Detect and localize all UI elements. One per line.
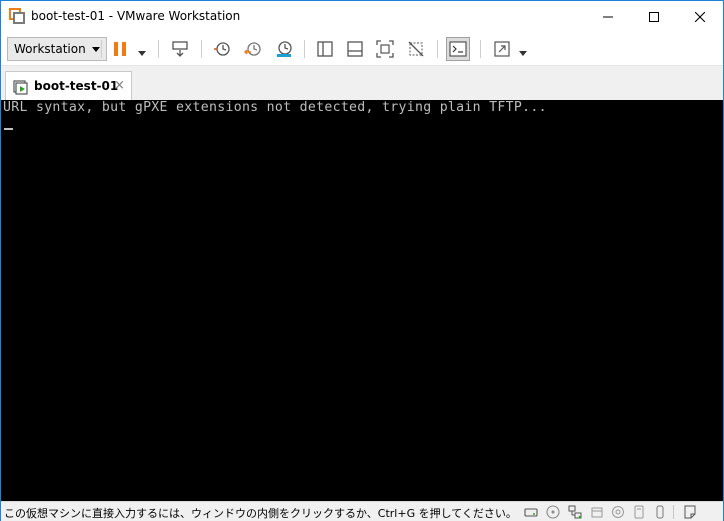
display-status-icon[interactable]	[653, 505, 667, 519]
vmware-app-icon	[9, 8, 25, 24]
full-screen-button[interactable]	[373, 37, 397, 61]
snapshot-revert-icon	[244, 42, 261, 56]
vm-tab-strip: boot-test-01 ×	[1, 67, 723, 100]
show-library-button[interactable]	[313, 37, 337, 61]
message-log-icon[interactable]	[683, 505, 697, 519]
hard-disk-status-icon[interactable]	[524, 505, 538, 519]
power-dropdown-button[interactable]	[138, 45, 146, 56]
vmware-window: boot-test-01 - VMware Workstation Workst…	[0, 0, 724, 521]
sound-card-status-icon[interactable]	[611, 505, 625, 519]
tab-label: boot-test-01	[34, 79, 119, 93]
minimize-button[interactable]	[585, 1, 631, 32]
pause-icon	[114, 42, 126, 56]
toolbar-separator	[304, 40, 305, 58]
full-screen-icon	[376, 40, 394, 58]
status-hint-text: この仮想マシンに直接入力するには、ウィンドウの内側をクリックするか、Ctrl+G…	[4, 507, 517, 520]
unity-button[interactable]	[404, 37, 428, 61]
toolbar-separator	[158, 40, 159, 58]
window-title: boot-test-01 - VMware Workstation	[31, 9, 241, 23]
chevron-down-icon	[91, 46, 100, 52]
close-icon	[695, 11, 705, 22]
toolbar: Workstation	[1, 32, 723, 66]
tab-close-button[interactable]: ×	[114, 78, 125, 93]
usb-controller-status-icon[interactable]	[590, 505, 604, 519]
toolbar-separator	[201, 40, 202, 58]
snapshot-manager-icon	[277, 41, 292, 57]
tab-boot-test-01[interactable]: boot-test-01 ×	[5, 71, 132, 100]
show-thumbnail-bar-button[interactable]	[343, 37, 367, 61]
stretch-dropdown-button[interactable]	[519, 45, 527, 56]
close-button[interactable]	[677, 1, 723, 32]
cd-dvd-status-icon[interactable]	[546, 505, 560, 519]
maximize-icon	[649, 11, 659, 22]
stretch-icon	[494, 41, 510, 57]
minimize-icon	[603, 16, 613, 17]
thumbnail-bar-icon	[347, 41, 363, 57]
unity-mode-icon	[408, 41, 424, 57]
toolbar-separator	[480, 40, 481, 58]
workstation-menu-button[interactable]: Workstation	[7, 37, 107, 61]
take-snapshot-button[interactable]	[210, 37, 234, 61]
send-ctrl-alt-del-button[interactable]	[168, 37, 192, 61]
network-adapter-status-icon[interactable]	[568, 505, 582, 519]
maximize-button[interactable]	[631, 1, 677, 32]
snapshot-clock-icon	[214, 42, 230, 56]
status-separator	[673, 505, 674, 519]
stretch-guest-button[interactable]	[490, 37, 514, 61]
toolbar-separator	[101, 40, 102, 58]
snapshot-manager-button[interactable]	[272, 37, 296, 61]
revert-snapshot-button[interactable]	[241, 37, 265, 61]
chevron-down-icon	[138, 51, 146, 56]
printer-status-icon[interactable]	[632, 505, 646, 519]
vm-console-screen[interactable]: URL syntax, but gPXE extensions not dete…	[1, 100, 723, 501]
workstation-menu-label: Workstation	[14, 42, 86, 56]
status-bar: この仮想マシンに直接入力するには、ウィンドウの内側をクリックするか、Ctrl+G…	[1, 501, 723, 521]
console-text-line: URL syntax, but gPXE extensions not dete…	[3, 100, 547, 115]
console-icon	[449, 41, 467, 57]
library-pane-icon	[317, 41, 333, 57]
toolbar-separator	[437, 40, 438, 58]
keyboard-send-icon	[172, 41, 188, 57]
console-view-button[interactable]	[446, 37, 470, 61]
console-cursor	[4, 128, 13, 130]
vm-running-icon	[13, 79, 29, 95]
pause-button[interactable]	[108, 37, 132, 61]
title-bar: boot-test-01 - VMware Workstation	[1, 1, 723, 32]
chevron-down-icon	[519, 51, 527, 56]
